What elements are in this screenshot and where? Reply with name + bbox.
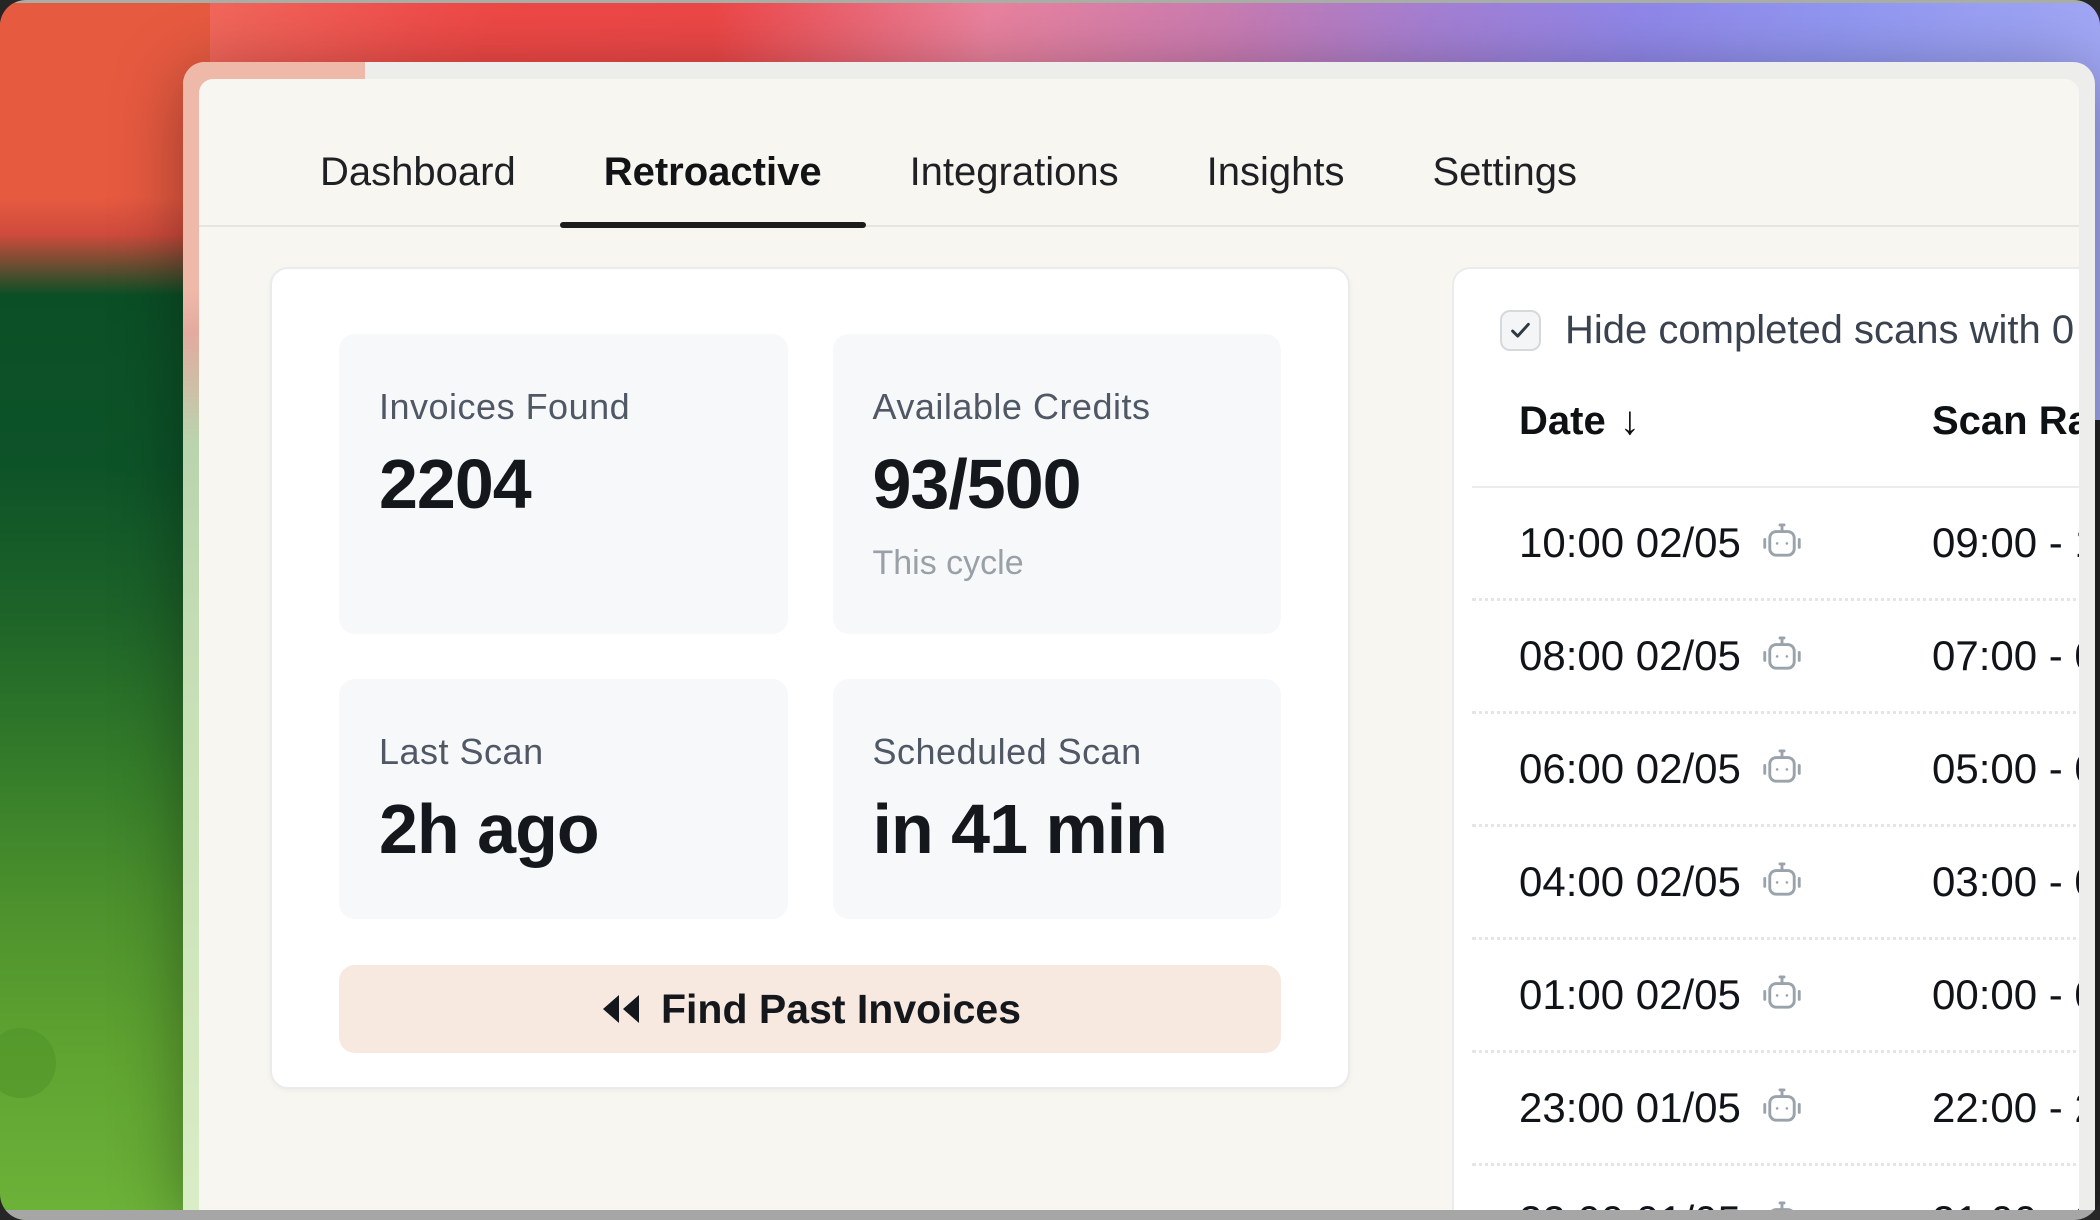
robot-icon — [1759, 1085, 1805, 1131]
hide-completed-label[interactable]: Hide completed scans with 0 f — [1565, 308, 2079, 353]
tab-label: Dashboard — [320, 150, 516, 195]
scan-table-row[interactable]: 06:00 02/05 05:00 - 06:00 — [1472, 714, 2079, 827]
column-header-scan-range[interactable]: Scan Range — [1932, 399, 2079, 444]
tab-label: Retroactive — [604, 150, 822, 195]
scan-date-cell: 22:00 01/05 — [1519, 1197, 1932, 1210]
robot-icon — [1759, 1198, 1805, 1210]
app-window: Dashboard Retroactive Integrations Insights… — [183, 62, 2095, 1210]
tab-retroactive[interactable]: Retroactive — [560, 119, 866, 225]
robot-icon — [1759, 746, 1805, 792]
hide-completed-checkbox[interactable] — [1500, 310, 1541, 351]
active-tab-underline — [560, 222, 866, 228]
stat-tile-last-scan: Last Scan 2h ago — [339, 679, 788, 919]
scan-table-row[interactable]: 22:00 01/05 21:00 - 22:00 — [1472, 1166, 2079, 1210]
tab-integrations[interactable]: Integrations — [866, 119, 1163, 225]
scan-table-row[interactable]: 01:00 02/05 00:00 - 01:00 — [1472, 940, 2079, 1053]
find-past-invoices-label: Find Past Invoices — [661, 986, 1021, 1033]
app-window-content: Dashboard Retroactive Integrations Insights… — [199, 79, 2079, 1210]
scan-date-cell: 01:00 02/05 — [1519, 971, 1932, 1019]
rewind-icon — [599, 992, 641, 1026]
tile-value: 93/500 — [873, 444, 1242, 524]
screen: Dashboard Retroactive Integrations Insights… — [0, 0, 2100, 1220]
stat-tile-available-credits: Available Credits 93/500 This cycle — [833, 334, 1282, 634]
tab-settings[interactable]: Settings — [1388, 119, 1621, 225]
overview-card: Invoices Found 2204 Available Credits 93/50… — [270, 267, 1350, 1089]
scan-date: 10:00 02/05 — [1519, 519, 1741, 567]
tab-insights[interactable]: Insights — [1163, 119, 1389, 225]
robot-icon — [1759, 972, 1805, 1018]
tile-value: 2h ago — [379, 789, 748, 869]
scan-range: 21:00 - 22:00 — [1932, 1197, 2079, 1210]
scan-date-cell: 04:00 02/05 — [1519, 858, 1932, 906]
scan-date-cell: 10:00 02/05 — [1519, 519, 1932, 567]
screen-bottom-bar — [0, 1210, 2100, 1220]
tile-caption: This cycle — [873, 544, 1242, 584]
stat-tile-grid: Invoices Found 2204 Available Credits 93/50… — [339, 334, 1281, 919]
tile-label: Last Scan — [379, 731, 748, 773]
scan-date: 06:00 02/05 — [1519, 745, 1741, 793]
check-icon — [1507, 317, 1534, 344]
scan-range: 05:00 - 06:00 — [1932, 745, 2079, 793]
robot-icon — [1759, 520, 1805, 566]
scan-range: 22:00 - 23:00 — [1932, 1084, 2079, 1132]
scan-date: 23:00 01/05 — [1519, 1084, 1741, 1132]
stat-tile-invoices-found: Invoices Found 2204 — [339, 334, 788, 634]
scan-date: 08:00 02/05 — [1519, 632, 1741, 680]
scans-panel: Hide completed scans with 0 f Date↓ Scan… — [1452, 267, 2079, 1210]
tab-label: Insights — [1207, 150, 1345, 195]
hide-completed-filter: Hide completed scans with 0 f — [1454, 308, 2079, 353]
top-navigation: Dashboard Retroactive Integrations Insights… — [199, 79, 2079, 227]
window-frame-tint-left — [183, 114, 200, 1210]
robot-icon — [1759, 859, 1805, 905]
find-past-invoices-button[interactable]: Find Past Invoices — [339, 965, 1281, 1053]
scan-table-row[interactable]: 23:00 01/05 22:00 - 23:00 — [1472, 1053, 2079, 1166]
tab-label: Settings — [1432, 150, 1577, 195]
scan-date-cell: 08:00 02/05 — [1519, 632, 1932, 680]
robot-icon — [1759, 633, 1805, 679]
scan-table-row[interactable]: 10:00 02/05 09:00 - 10:00 — [1472, 488, 2079, 601]
scan-date: 22:00 01/05 — [1519, 1197, 1741, 1210]
main-content: Invoices Found 2204 Available Credits 93/50… — [199, 227, 2079, 1210]
sort-desc-arrow-icon: ↓ — [1620, 399, 1640, 444]
tile-value: in 41 min — [873, 789, 1242, 869]
scan-date-cell: 06:00 02/05 — [1519, 745, 1932, 793]
scan-table-row[interactable]: 04:00 02/05 03:00 - 04:00 — [1472, 827, 2079, 940]
scan-table-body: 10:00 02/05 09:00 - 10:00 08:00 02/05 07:00… — [1454, 488, 2079, 1210]
scan-date: 01:00 02/05 — [1519, 971, 1741, 1019]
scan-date: 04:00 02/05 — [1519, 858, 1741, 906]
scan-table-header: Date↓ Scan Range — [1472, 399, 2079, 488]
tile-label: Invoices Found — [379, 386, 748, 428]
scan-date-cell: 23:00 01/05 — [1519, 1084, 1932, 1132]
scan-range: 03:00 - 04:00 — [1932, 858, 2079, 906]
tab-label: Integrations — [910, 150, 1119, 195]
column-header-date[interactable]: Date↓ — [1519, 399, 1932, 444]
scan-range: 00:00 - 01:00 — [1932, 971, 2079, 1019]
tile-value: 2204 — [379, 444, 748, 524]
tab-dashboard[interactable]: Dashboard — [276, 119, 560, 225]
scan-range: 09:00 - 10:00 — [1932, 519, 2079, 567]
stat-tile-scheduled-scan: Scheduled Scan in 41 min — [833, 679, 1282, 919]
scan-range: 07:00 - 08:00 — [1932, 632, 2079, 680]
tile-label: Scheduled Scan — [873, 731, 1242, 773]
scan-table-row[interactable]: 08:00 02/05 07:00 - 08:00 — [1472, 601, 2079, 714]
tile-label: Available Credits — [873, 386, 1242, 428]
